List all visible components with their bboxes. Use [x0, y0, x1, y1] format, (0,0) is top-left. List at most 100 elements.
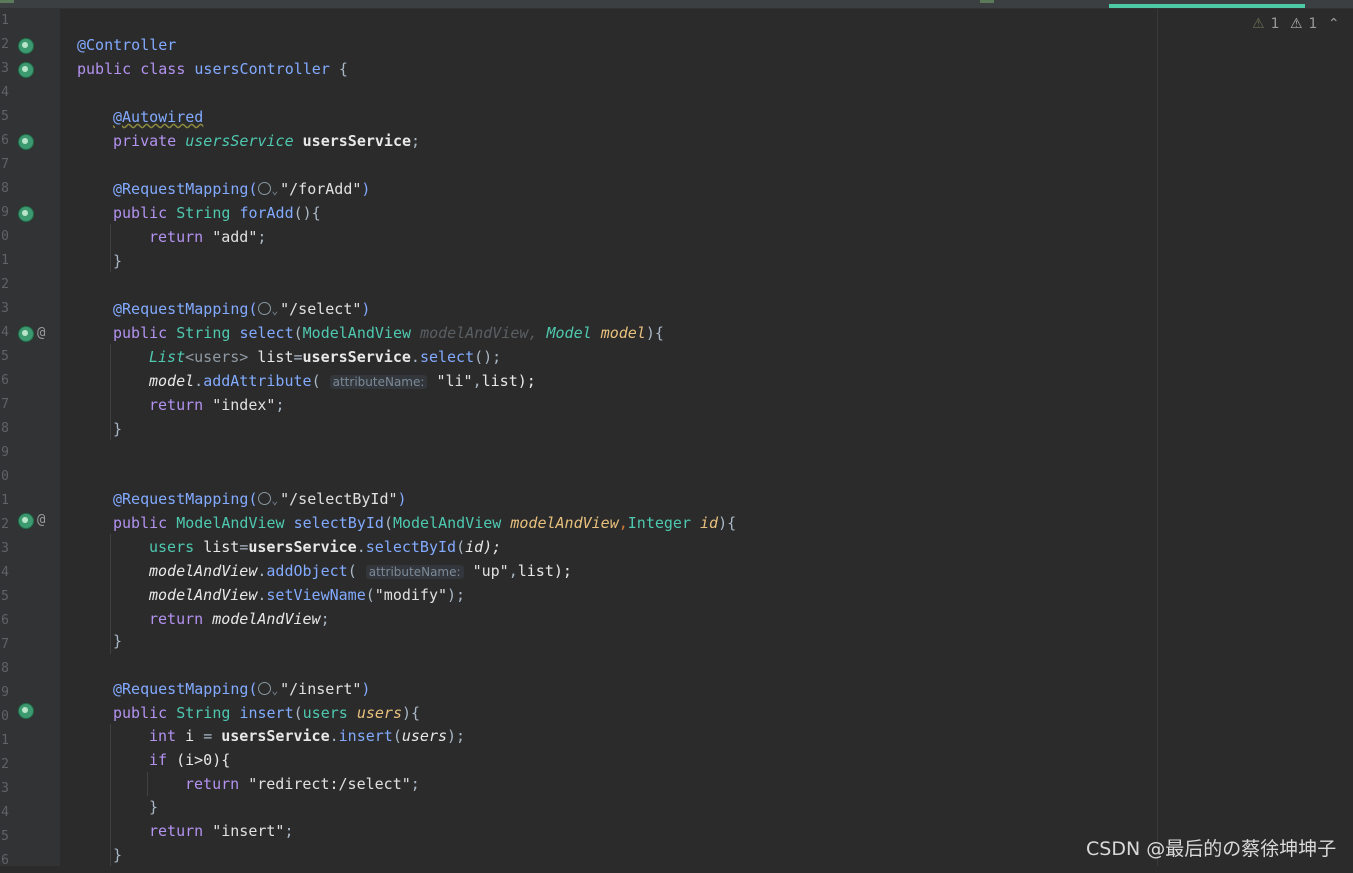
type: ModelAndView [392, 514, 502, 532]
string: "/forAdd" [280, 180, 362, 198]
line-number: 8 [1, 661, 9, 676]
at-sign-icon[interactable]: @ [37, 508, 45, 532]
watermark: CSDN @最后的の蔡徐坤坤子 [1086, 838, 1337, 860]
comma: , [508, 562, 518, 580]
line-number: 1 [1, 13, 9, 28]
code-line: modelAndView.setViewName("modify"); [149, 583, 465, 607]
keyword: public [77, 60, 132, 78]
indent-guide [110, 534, 111, 654]
editor-tab-bar[interactable] [0, 0, 1353, 9]
param: id [700, 514, 719, 532]
tab-indicator [980, 0, 994, 3]
semicolon: ; [284, 822, 294, 840]
annotation: @RequestMapping( [113, 300, 258, 318]
line-number: 0 [1, 229, 9, 244]
globe-icon[interactable] [257, 302, 271, 315]
line-number: 0 [1, 469, 9, 484]
code-line: @Autowired [113, 105, 203, 129]
method-name: selectById [293, 514, 384, 532]
type: usersService [185, 132, 294, 150]
type: ModelAndView [176, 514, 285, 532]
code-line: @RequestMapping(⌄ "/select") [113, 297, 370, 321]
inspection-widget[interactable]: ⚠ 1 ⚠ 1 ⌃ [1252, 16, 1346, 32]
globe-icon[interactable] [257, 182, 271, 195]
paren: ( [383, 514, 393, 532]
line-number: 4 [1, 85, 9, 100]
code-line: @RequestMapping(⌄ "/selectById") [113, 487, 407, 511]
code-line: private usersService usersService; [113, 129, 420, 153]
code-line: return "redirect:/select"; [185, 772, 420, 796]
type: users [302, 704, 348, 722]
indent-guide [147, 772, 148, 796]
keyword: public [113, 324, 168, 342]
field: usersService [221, 727, 330, 745]
code-line: @RequestMapping(⌄ "/forAdd") [113, 177, 370, 201]
spring-bean-gutter-icon[interactable] [18, 62, 34, 78]
type: String [176, 324, 231, 342]
line-number: 3 [1, 301, 9, 316]
chevron-down-icon[interactable]: ⌄ [272, 184, 279, 197]
weak-warning-icon[interactable]: ⚠ [1252, 16, 1265, 32]
paren: ( [311, 372, 321, 390]
keyword: return [149, 822, 204, 840]
chevron-down-icon[interactable]: ⌄ [272, 304, 279, 317]
line-number: 9 [1, 205, 9, 220]
code-line: return modelAndView; [149, 607, 330, 631]
code-editor[interactable]: @Controller public class usersController… [60, 9, 1157, 866]
line-number: 3 [1, 61, 9, 76]
string: "redirect:/select" [248, 775, 411, 793]
chevron-down-icon[interactable]: ⌄ [272, 684, 279, 697]
line-number: 5 [1, 589, 9, 604]
condition: (i>0){ [176, 751, 231, 769]
variable: i [185, 727, 195, 745]
punctuation: ){ [718, 514, 737, 532]
punctuation: (){ [293, 204, 321, 222]
code-line: return "index"; [149, 393, 284, 417]
chevron-down-icon[interactable]: ⌄ [272, 494, 279, 507]
string: "insert" [212, 822, 285, 840]
brace: } [113, 632, 123, 650]
line-number-gutter[interactable]: 1 2 3 4 5 6 7 8 9 0 1 2 3 4 5 6 7 8 9 0 … [0, 9, 60, 868]
globe-icon[interactable] [257, 682, 271, 695]
param: modelAndView [149, 562, 258, 580]
punctuation: ){ [645, 324, 664, 342]
type: ModelAndView [302, 324, 412, 342]
field: usersService [302, 132, 412, 150]
weak-warning-count: 1 [1270, 16, 1280, 32]
line-number: 6 [1, 133, 9, 148]
method-call: addAttribute [203, 372, 312, 390]
spring-request-mapping-gutter-icon[interactable] [18, 206, 34, 222]
editor-right-margin [1157, 9, 1353, 866]
globe-icon[interactable] [257, 492, 271, 505]
method-name: forAdd [239, 204, 294, 222]
spring-request-mapping-gutter-icon[interactable] [18, 703, 34, 719]
dot: . [329, 727, 339, 745]
chevron-up-icon[interactable]: ⌃ [1328, 16, 1340, 32]
code-line: } [149, 795, 158, 819]
line-number: 4 [1, 805, 9, 820]
code-line: @Controller [77, 33, 176, 57]
spring-request-mapping-gutter-icon[interactable] [18, 513, 34, 529]
line-number: 4 [1, 565, 9, 580]
punctuation: (); [474, 348, 502, 366]
comma: , [528, 324, 538, 342]
operator: = [239, 538, 249, 556]
code-line: return "add"; [149, 225, 266, 249]
paren: ) [397, 490, 407, 508]
code-line: } [113, 249, 122, 273]
method-call: selectById [365, 538, 457, 556]
comma: , [472, 372, 482, 390]
spring-request-mapping-gutter-icon[interactable] [18, 326, 34, 342]
at-sign-icon[interactable]: @ [37, 321, 45, 345]
keyword: return [185, 775, 240, 793]
code-line: users list=usersService.selectById(id); [149, 535, 501, 559]
warning-icon[interactable]: ⚠ [1290, 16, 1303, 32]
line-number: 9 [1, 445, 9, 460]
line-number: 4 [1, 325, 9, 340]
keyword: public [113, 704, 168, 722]
code-line: public String forAdd(){ [113, 201, 321, 225]
spring-bean-gutter-icon[interactable] [18, 38, 34, 54]
param: model [600, 324, 646, 342]
line-number: 3 [1, 541, 9, 556]
spring-autowired-gutter-icon[interactable] [18, 134, 34, 150]
